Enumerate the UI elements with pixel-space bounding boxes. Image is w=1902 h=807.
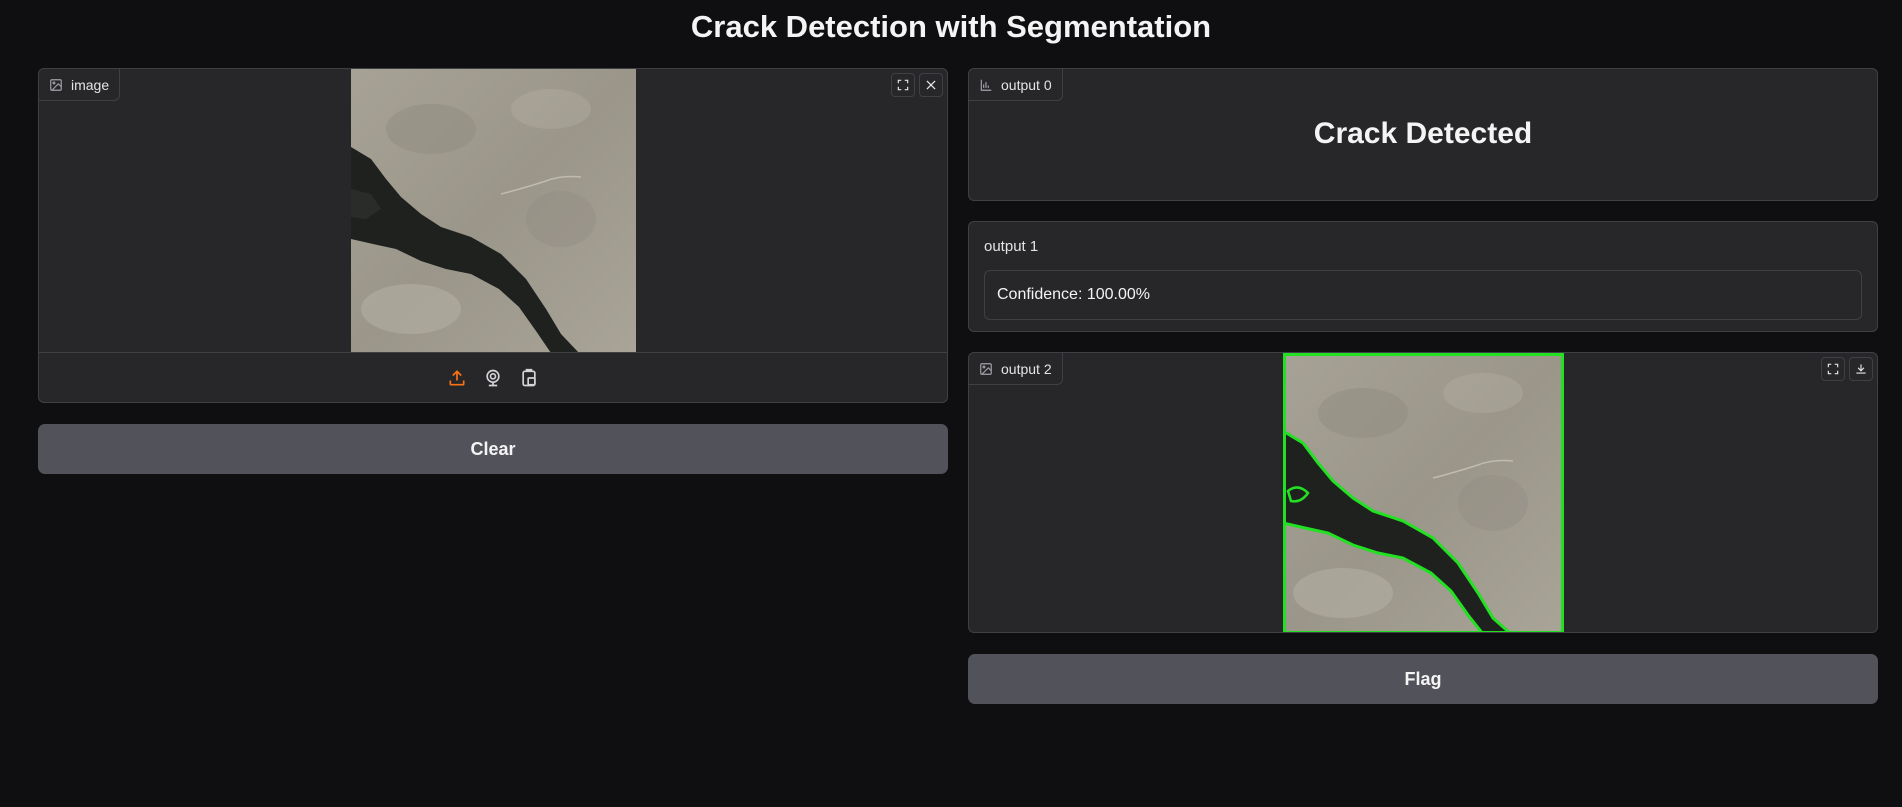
close-icon bbox=[926, 80, 936, 90]
output0-panel: output 0 Crack Detected bbox=[968, 68, 1878, 201]
output1-label: output 1 bbox=[984, 238, 1039, 255]
clear-button[interactable]: Clear bbox=[38, 424, 948, 474]
prediction-label: Crack Detected bbox=[1313, 117, 1533, 150]
upload-button[interactable] bbox=[445, 366, 469, 390]
input-image-panel[interactable]: image bbox=[38, 68, 948, 403]
page-title: Crack Detection with Segmentation bbox=[690, 9, 1212, 44]
input-image-tag: image bbox=[39, 69, 121, 101]
output-fullscreen-button[interactable] bbox=[1821, 357, 1845, 381]
output2-tag: output 2 bbox=[969, 353, 1063, 385]
output2-label: output 2 bbox=[1001, 360, 1052, 377]
output0-label: output 0 bbox=[1001, 76, 1052, 93]
fullscreen-icon bbox=[1827, 363, 1839, 375]
fullscreen-button[interactable] bbox=[891, 73, 915, 97]
output0-tag: output 0 bbox=[969, 69, 1063, 101]
download-button[interactable] bbox=[1849, 357, 1873, 381]
download-icon bbox=[1856, 364, 1866, 374]
fullscreen-icon bbox=[897, 79, 909, 91]
output1-panel: output 1 Confidence: 100.00% bbox=[968, 221, 1878, 332]
image-icon bbox=[50, 78, 62, 91]
image-icon bbox=[980, 362, 992, 375]
clipboard-icon bbox=[522, 368, 536, 386]
webcam-button[interactable] bbox=[481, 366, 505, 390]
input-crack-image bbox=[350, 69, 636, 353]
output2-panel: output 2 bbox=[968, 352, 1878, 633]
flag-button[interactable]: Flag bbox=[968, 654, 1878, 704]
segmented-crack-image bbox=[1282, 353, 1564, 632]
confidence-textbox[interactable]: Confidence: 100.00% bbox=[984, 270, 1862, 320]
bar-chart-icon bbox=[980, 79, 992, 91]
webcam-icon bbox=[486, 369, 500, 386]
input-image-label: image bbox=[71, 76, 110, 93]
upload-icon bbox=[449, 369, 465, 385]
clear-image-button[interactable] bbox=[919, 73, 943, 97]
clipboard-button[interactable] bbox=[517, 366, 541, 390]
